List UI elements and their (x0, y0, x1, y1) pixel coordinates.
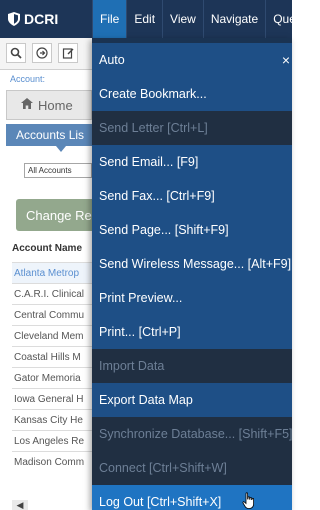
table-row[interactable]: Coastal Hills M (12, 346, 92, 367)
account-filter-select[interactable]: All Accounts (24, 163, 92, 178)
tab-home-label: Home (38, 97, 73, 113)
table-row[interactable]: C.A.R.I. Clinical (12, 283, 92, 304)
menu-query[interactable]: Quer (265, 0, 307, 38)
accounts-table: Atlanta Metrop C.A.R.I. Clinical Central… (12, 262, 92, 472)
menu-item-send-fax[interactable]: Send Fax... [Ctrl+F9] (92, 179, 292, 213)
table-row[interactable]: Cleveland Mem (12, 325, 92, 346)
menu-navigate[interactable]: Navigate (202, 0, 265, 38)
menu-edit[interactable]: Edit (126, 0, 162, 38)
menu-item-export-data-map[interactable]: Export Data Map (92, 383, 292, 417)
app-logo[interactable]: DCRI (0, 0, 92, 38)
menu-view[interactable]: View (162, 0, 203, 38)
table-row[interactable]: Madison Comm (12, 451, 92, 472)
forward-icon[interactable] (32, 43, 52, 63)
scroll-left-button[interactable]: ◀ (12, 500, 28, 510)
accounts-list-header: Accounts Lis (6, 124, 92, 152)
table-row[interactable]: Los Angeles Re (12, 430, 92, 451)
home-icon (21, 98, 33, 112)
caret-down-icon (56, 146, 66, 152)
menu-item-import-data: Import Data (92, 349, 292, 383)
menu-item-send-email[interactable]: Send Email... [F9] (92, 145, 292, 179)
search-icon[interactable] (6, 43, 26, 63)
top-bar: DCRI File Edit View Navigate Quer (0, 0, 300, 38)
filter-select-value: All Accounts (28, 166, 72, 175)
menu-item-connect: Connect [Ctrl+Shift+W] (92, 451, 292, 485)
menu-item-print-preview[interactable]: Print Preview... (92, 281, 292, 315)
menu-item-send-letter: Send Letter [Ctrl+L] (92, 111, 292, 145)
table-row[interactable]: Gator Memoria (12, 367, 92, 388)
table-row[interactable]: Iowa General H (12, 388, 92, 409)
hand-pointer-icon (242, 492, 254, 509)
table-row[interactable]: Atlanta Metrop (12, 262, 92, 283)
menu-item-create-bookmark[interactable]: Create Bookmark... (92, 77, 292, 111)
menu-item-send-page[interactable]: Send Page... [Shift+F9] (92, 213, 292, 247)
menu-item-print[interactable]: Print... [Ctrl+P] (92, 315, 292, 349)
account-label: Account: (10, 74, 46, 84)
change-button[interactable]: Change Re (16, 199, 92, 231)
close-icon[interactable]: × (282, 52, 290, 68)
change-button-label: Change Re (26, 207, 92, 223)
table-row[interactable]: Kansas City He (12, 409, 92, 430)
menu-bar: File Edit View Navigate Quer (92, 0, 300, 38)
column-header-account-name[interactable]: Account Name (12, 238, 92, 258)
accounts-list-title: Accounts Lis (16, 128, 85, 142)
menu-item-label: Auto (99, 53, 125, 67)
menu-item-synchronize-database: Synchronize Database... [Shift+F5] (92, 417, 292, 451)
tab-home[interactable]: Home (6, 90, 92, 120)
menu-item-send-wireless-message[interactable]: Send Wireless Message... [Alt+F9] (92, 247, 292, 281)
shield-icon (8, 12, 20, 26)
edit-icon[interactable] (58, 43, 78, 63)
menu-item-auto[interactable]: Auto × (92, 43, 292, 77)
menu-item-log-out[interactable]: Log Out [Ctrl+Shift+X] (92, 485, 292, 510)
menu-file[interactable]: File (92, 0, 127, 38)
file-menu-dropdown: Auto × Create Bookmark... Send Letter [C… (92, 38, 292, 510)
logo-text: DCRI (24, 11, 59, 27)
table-row[interactable]: Central Commu (12, 304, 92, 325)
toolbar (0, 38, 92, 70)
